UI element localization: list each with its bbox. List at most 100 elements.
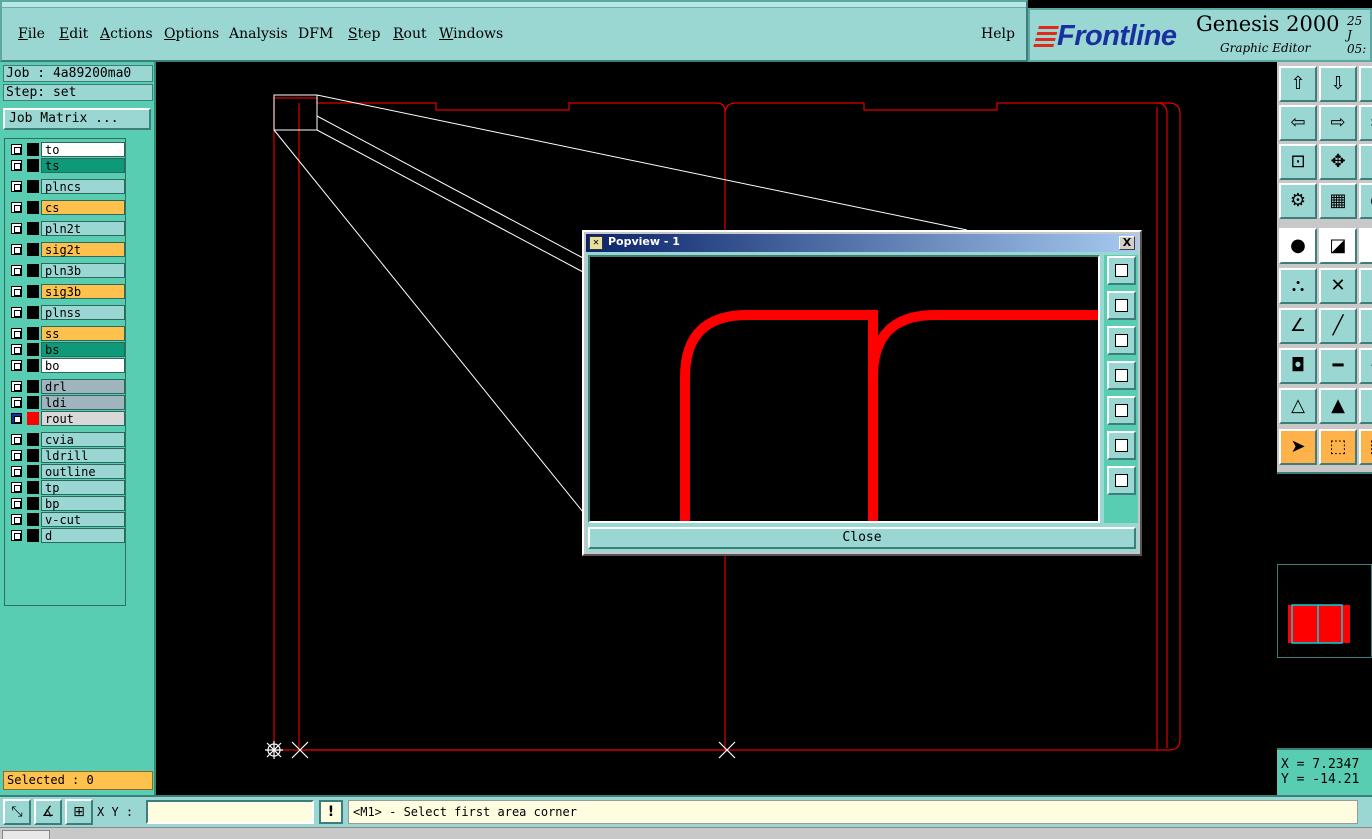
layer-checkbox[interactable] — [11, 160, 22, 171]
layer-name[interactable]: sig2t — [41, 242, 125, 257]
layer-checkbox[interactable] — [11, 202, 22, 213]
layer-row-bp[interactable]: bp — [7, 496, 125, 511]
layer-name[interactable]: sig3b — [41, 284, 125, 299]
layer-row-pln2t[interactable]: pln2t — [7, 221, 125, 236]
layer-name[interactable]: bs — [41, 342, 125, 357]
layer-row-cvia[interactable]: cvia — [7, 432, 125, 447]
pv-pan-right-button[interactable] — [1107, 396, 1136, 425]
layer-checkbox[interactable] — [11, 381, 22, 392]
layer-checkbox[interactable] — [11, 466, 22, 477]
layer-name[interactable]: v-cut — [41, 512, 125, 527]
layer-name[interactable]: cs — [41, 200, 125, 215]
layer-checkbox[interactable] — [11, 450, 22, 461]
layer-row-bs[interactable]: bs — [7, 342, 125, 357]
layer-name[interactable]: bo — [41, 358, 125, 373]
pan-left-button[interactable]: ⇦ — [1279, 105, 1317, 141]
layer-row-ts[interactable]: ts — [7, 158, 125, 173]
line-button[interactable]: ◪ — [1319, 228, 1357, 264]
layer-name[interactable]: plncs — [41, 179, 125, 194]
menu-analysis[interactable]: Analysis — [229, 26, 288, 42]
move-button[interactable]: ⛬ — [1279, 268, 1317, 304]
layer-name[interactable]: outline — [41, 464, 125, 479]
layer-checkbox[interactable] — [11, 328, 22, 339]
layer-name[interactable]: pln2t — [41, 221, 125, 236]
triangle-button[interactable]: △ — [1279, 388, 1317, 424]
layer-checkbox[interactable] — [11, 397, 22, 408]
extend-button[interactable]: ⟋ — [1359, 308, 1372, 344]
zoom-home-button[interactable]: ✥ — [1319, 144, 1357, 180]
layer-name[interactable]: ts — [41, 158, 125, 173]
layer-name[interactable]: ss — [41, 326, 125, 341]
layer-checkbox[interactable] — [11, 498, 22, 509]
layer-name[interactable]: tp — [41, 480, 125, 495]
menu-options[interactable]: Options — [164, 26, 219, 42]
layer-checkbox[interactable] — [11, 344, 22, 355]
menu-rout[interactable]: Rout — [393, 26, 427, 42]
layer-name[interactable]: drl — [41, 379, 125, 394]
angle-button[interactable]: ∠ — [1279, 308, 1317, 344]
layer-checkbox[interactable] — [11, 514, 22, 525]
layer-checkbox[interactable] — [11, 181, 22, 192]
layer-row-outline[interactable]: outline — [7, 464, 125, 479]
layer-row-drl[interactable]: drl — [7, 379, 125, 394]
pan-down-button[interactable]: ⇩ — [1319, 66, 1357, 102]
layer-row-pln3b[interactable]: pln3b — [7, 263, 125, 278]
layer-checkbox[interactable] — [11, 360, 22, 371]
layer-name[interactable]: to — [41, 142, 125, 157]
taskbar-tab[interactable] — [2, 830, 50, 839]
pv-zoom-in-button[interactable] — [1107, 466, 1136, 495]
overview-map[interactable] — [1277, 564, 1372, 658]
layer-row-sig2t[interactable]: sig2t — [7, 242, 125, 257]
layer-name[interactable]: d — [41, 528, 125, 543]
layer-name[interactable]: rout — [41, 411, 125, 426]
layer-row-ldi[interactable]: ldi — [7, 395, 125, 410]
layer-name[interactable]: ldrill — [41, 448, 125, 463]
layer-row-ldrill[interactable]: ldrill — [7, 448, 125, 463]
layer-name[interactable]: cvia — [41, 432, 125, 447]
xy-input[interactable] — [146, 800, 314, 824]
zoom-angle-button[interactable]: ∡ — [34, 799, 62, 825]
layer-row-plncs[interactable]: plncs — [7, 179, 125, 194]
layer-name[interactable]: plnss — [41, 305, 125, 320]
menu-actions[interactable]: Actions — [100, 26, 153, 42]
menu-windows[interactable]: Windows — [439, 26, 503, 42]
layer-checkbox[interactable] — [11, 286, 22, 297]
double-triangle-button[interactable]: ▲ — [1319, 388, 1357, 424]
peak-button[interactable]: Λ — [1359, 388, 1372, 424]
layer-row-rout[interactable]: rout — [7, 411, 125, 426]
delete-button[interactable]: ✕ — [1319, 268, 1357, 304]
popview-titlebar[interactable]: ✕ Popview - 1 X — [586, 234, 1138, 252]
layer-checkbox[interactable] — [11, 244, 22, 255]
measure-button[interactable]: ⚙ — [1279, 183, 1317, 219]
zoom-fit-button[interactable]: ⊡ — [1279, 144, 1317, 180]
pad-button[interactable]: ● — [1279, 228, 1317, 264]
redraw-button[interactable]: ↻ — [1359, 66, 1372, 102]
cut-button[interactable]: ━ — [1319, 348, 1357, 384]
pv-pan-left-button[interactable] — [1107, 361, 1136, 390]
zoom-extra-button[interactable]: ⊞ — [1359, 144, 1372, 180]
slash-button[interactable]: ╱ — [1319, 308, 1357, 344]
layer-checkbox[interactable] — [11, 307, 22, 318]
layer-checkbox[interactable] — [11, 530, 22, 541]
layer-row-sig3b[interactable]: sig3b — [7, 284, 125, 299]
pv-zoom-out-button[interactable] — [1107, 431, 1136, 460]
layer-row-bo[interactable]: bo — [7, 358, 125, 373]
layer-name[interactable]: ldi — [41, 395, 125, 410]
popview-zoom-view[interactable] — [588, 255, 1100, 523]
menu-help[interactable]: Help — [981, 26, 1015, 42]
layer-row-cs[interactable]: cs — [7, 200, 125, 215]
layer-checkbox[interactable] — [11, 434, 22, 445]
break-button[interactable]: ┐ — [1359, 268, 1372, 304]
text-button[interactable]: T — [1359, 228, 1372, 264]
layer-row-v-cut[interactable]: v-cut — [7, 512, 125, 527]
grid-button[interactable]: ▦ — [1319, 183, 1357, 219]
menu-file[interactable]: File — [18, 26, 45, 42]
grid-toggle-button[interactable]: ⊞ — [65, 799, 93, 825]
layer-row-d[interactable]: d — [7, 528, 125, 543]
layer-row-tp[interactable]: tp — [7, 480, 125, 495]
layer-row-plnss[interactable]: plnss — [7, 305, 125, 320]
job-matrix-button[interactable]: Job Matrix ... — [3, 108, 151, 130]
menu-dfm[interactable]: DFM — [298, 26, 333, 42]
layer-row-ss[interactable]: ss — [7, 326, 125, 341]
pv-pan-down-button[interactable] — [1107, 326, 1136, 355]
